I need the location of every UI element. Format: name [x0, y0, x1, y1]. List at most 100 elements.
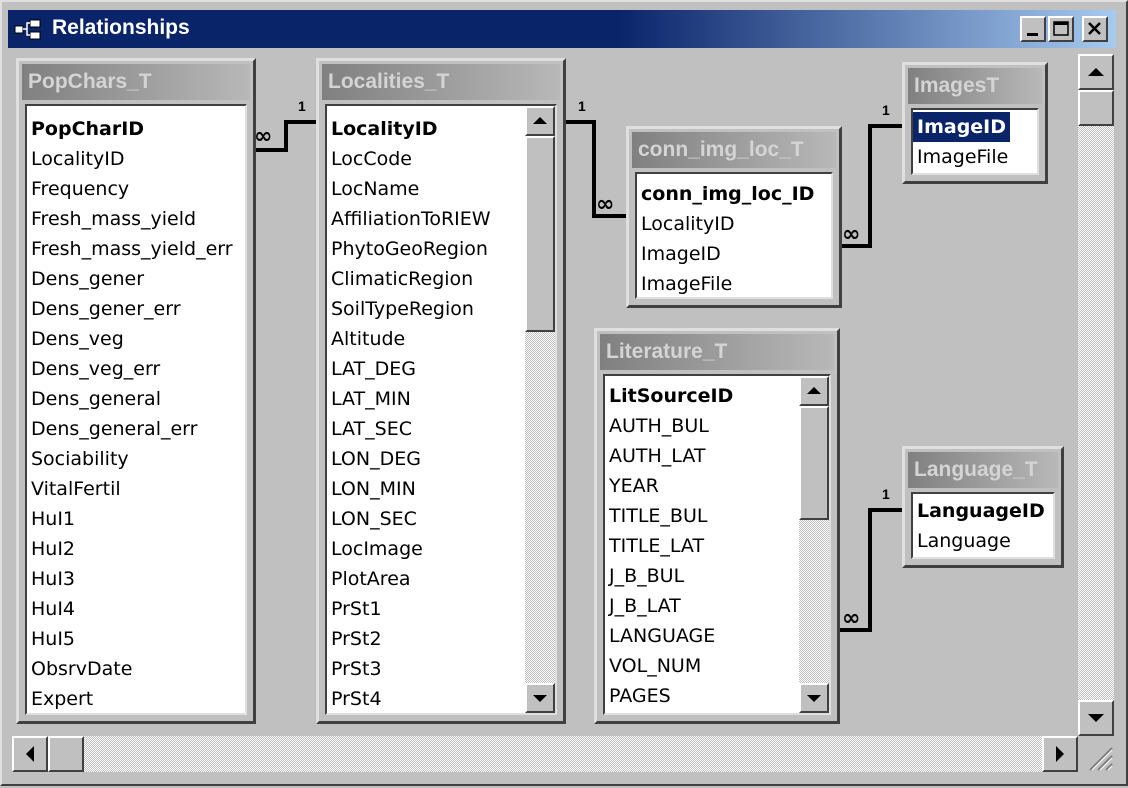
field-item[interactable]: conn_img_loc_ID — [637, 179, 831, 209]
table-title[interactable]: conn_img_loc_T — [632, 132, 836, 168]
field-item[interactable]: ImageID — [913, 111, 1012, 143]
table-popchars[interactable]: PopChars_T PopCharID LocalityID Frequenc… — [16, 58, 256, 724]
field-item[interactable]: LON_MIN — [327, 474, 555, 504]
field-item[interactable]: AUTH_LAT — [605, 441, 829, 471]
scroll-up-button[interactable] — [799, 376, 829, 406]
field-list[interactable]: LanguageID Language — [911, 492, 1055, 559]
field-item[interactable]: Altitude — [327, 324, 555, 354]
field-item[interactable]: AUTH_BUL — [605, 411, 829, 441]
field-item[interactable]: LANGUAGE — [605, 621, 829, 651]
field-item[interactable]: AffiliationToRIEW — [327, 204, 555, 234]
scroll-left-button[interactable] — [12, 736, 48, 772]
title-bar[interactable]: Relationships — [8, 10, 1116, 48]
field-item[interactable]: PAGES — [605, 681, 829, 711]
field-item[interactable]: LON_DEG — [327, 444, 555, 474]
field-item[interactable]: LON_SEC — [327, 504, 555, 534]
table-images[interactable]: ImagesT ImageID ImageFile — [902, 62, 1048, 184]
scroll-thumb[interactable] — [48, 736, 84, 772]
field-item[interactable]: Dens_general — [27, 384, 245, 414]
field-item[interactable]: ClimaticRegion — [327, 264, 555, 294]
minimize-button[interactable] — [1020, 16, 1046, 42]
field-list[interactable]: LocalityID LocCode LocName AffiliationTo… — [325, 104, 557, 715]
scroll-thumb[interactable] — [799, 406, 829, 520]
field-item[interactable]: ImageID — [637, 239, 831, 269]
arrow-right-icon — [1056, 746, 1064, 762]
field-item[interactable]: Expert — [27, 684, 245, 713]
table-title[interactable]: PopChars_T — [22, 64, 250, 100]
field-item[interactable]: VOL_NUM — [605, 651, 829, 681]
field-item[interactable]: HuI3 — [27, 564, 245, 594]
scroll-down-button[interactable] — [799, 683, 829, 713]
field-item[interactable]: SoilTypeRegion — [327, 294, 555, 324]
scroll-down-button[interactable] — [1078, 700, 1114, 736]
field-item[interactable]: YEAR — [605, 471, 829, 501]
scroll-up-button[interactable] — [525, 106, 555, 136]
field-item[interactable]: Dens_general_err — [27, 414, 245, 444]
window-vertical-scrollbar[interactable] — [1078, 54, 1114, 736]
field-item[interactable]: PhytoGeoRegion — [327, 234, 555, 264]
field-item[interactable]: LAT_DEG — [327, 354, 555, 384]
field-item[interactable]: PrSt4 — [327, 684, 555, 713]
field-item[interactable]: Dens_veg — [27, 324, 245, 354]
field-item[interactable]: PlotArea — [327, 564, 555, 594]
field-item[interactable]: LocalityID — [27, 144, 245, 174]
field-item[interactable]: Frequency — [27, 174, 245, 204]
field-item[interactable]: HuI1 — [27, 504, 245, 534]
scroll-down-button[interactable] — [525, 683, 555, 713]
field-item[interactable]: Dens_gener_err — [27, 294, 245, 324]
field-item[interactable]: HuI5 — [27, 624, 245, 654]
field-item[interactable]: PrSt3 — [327, 654, 555, 684]
field-item[interactable]: LanguageID — [913, 496, 1053, 526]
window-horizontal-scrollbar[interactable] — [12, 736, 1078, 772]
field-item[interactable]: LitSourceID — [605, 381, 829, 411]
field-item[interactable]: HuI2 — [27, 534, 245, 564]
field-item[interactable]: Sociability — [27, 444, 245, 474]
table-literature[interactable]: Literature_T LitSourceID AUTH_BUL AUTH_L… — [594, 328, 840, 724]
table-title[interactable]: Localities_T — [322, 64, 560, 100]
table-title[interactable]: Language_T — [908, 452, 1058, 488]
field-item[interactable]: PopCharID — [27, 114, 245, 144]
field-list[interactable]: conn_img_loc_ID LocalityID ImageID Image… — [635, 172, 833, 299]
scroll-up-button[interactable] — [1078, 54, 1114, 90]
field-item[interactable]: LocalityID — [637, 209, 831, 239]
field-item[interactable]: Dens_gener — [27, 264, 245, 294]
field-item[interactable]: LAT_SEC — [327, 414, 555, 444]
field-item[interactable]: J_B_LAT — [605, 591, 829, 621]
table-conn-img-loc[interactable]: conn_img_loc_T conn_img_loc_ID LocalityI… — [626, 126, 842, 308]
field-item[interactable]: LocCode — [327, 144, 555, 174]
resize-grip-icon[interactable] — [1078, 736, 1114, 772]
field-item[interactable]: PrSt2 — [327, 624, 555, 654]
scroll-right-button[interactable] — [1042, 736, 1078, 772]
field-item[interactable]: J_B_BUL — [605, 561, 829, 591]
field-item[interactable]: Language — [913, 526, 1053, 556]
field-item[interactable]: TITLE_BUL — [605, 501, 829, 531]
field-item[interactable]: PrSt1 — [327, 594, 555, 624]
table-language[interactable]: Language_T LanguageID Language — [902, 446, 1064, 568]
field-list-scrollbar[interactable] — [799, 376, 829, 713]
field-list[interactable]: PopCharID LocalityID Frequency Fresh_mas… — [25, 104, 247, 715]
close-button[interactable] — [1082, 16, 1108, 42]
field-item[interactable]: Fresh_mass_yield_err — [27, 234, 245, 264]
table-title[interactable]: ImagesT — [908, 68, 1042, 104]
field-row-selected[interactable]: ImageID — [913, 111, 1037, 143]
table-title[interactable]: Literature_T — [600, 334, 834, 370]
field-item[interactable]: ImageFile — [913, 142, 1037, 172]
field-item[interactable]: HuI4 — [27, 594, 245, 624]
field-item[interactable]: VitalFertil — [27, 474, 245, 504]
table-localities[interactable]: Localities_T LocalityID LocCode LocName … — [316, 58, 566, 724]
scroll-thumb[interactable] — [1078, 90, 1114, 126]
field-item[interactable]: LAT_MIN — [327, 384, 555, 414]
field-item[interactable]: ObsrvDate — [27, 654, 245, 684]
field-item[interactable]: Fresh_mass_yield — [27, 204, 245, 234]
field-list-scrollbar[interactable] — [525, 106, 555, 713]
field-list[interactable]: ImageID ImageFile — [911, 108, 1039, 175]
maximize-button[interactable] — [1048, 16, 1074, 42]
field-list[interactable]: LitSourceID AUTH_BUL AUTH_LAT YEAR TITLE… — [603, 374, 831, 715]
field-item[interactable]: LocImage — [327, 534, 555, 564]
field-item[interactable]: LocName — [327, 174, 555, 204]
scroll-thumb[interactable] — [525, 136, 555, 332]
field-item[interactable]: ImageFile — [637, 269, 831, 297]
field-item[interactable]: LocalityID — [327, 114, 555, 144]
field-item[interactable]: TITLE_LAT — [605, 531, 829, 561]
field-item[interactable]: Dens_veg_err — [27, 354, 245, 384]
